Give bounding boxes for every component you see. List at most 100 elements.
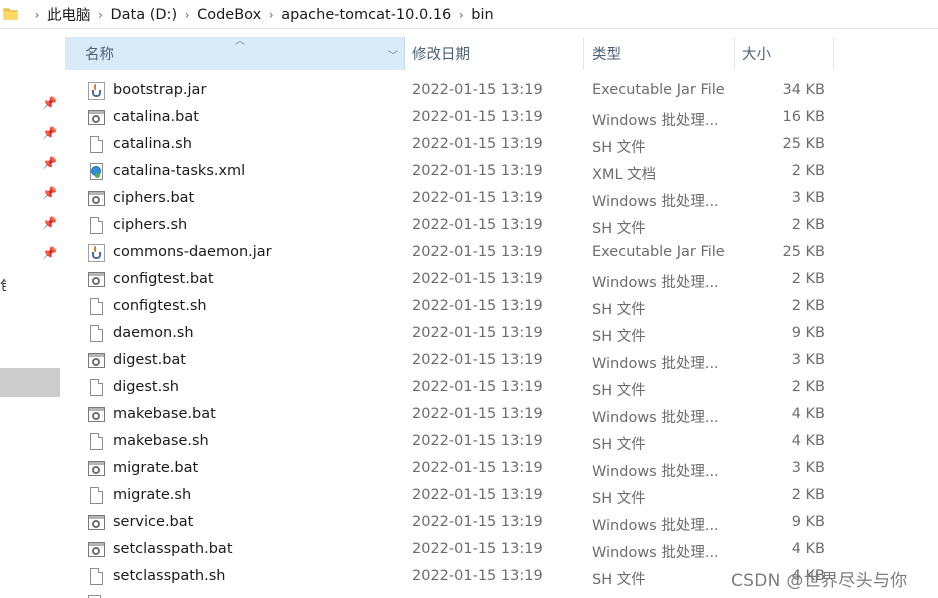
file-size: 25 KB <box>782 244 825 260</box>
column-header-date-label: 修改日期 <box>412 47 470 63</box>
file-date: 2022-01-15 13:19 <box>412 514 543 530</box>
pin-icon[interactable]: 📌 <box>42 156 57 170</box>
file-icon <box>88 568 106 587</box>
file-name: commons-daemon.jar <box>113 244 272 260</box>
file-type: Windows 批处理... <box>592 464 719 480</box>
file-row[interactable]: catalina.sh 2022-01-15 13:19 SH 文件 25 KB <box>65 132 938 159</box>
file-date: 2022-01-15 13:19 <box>412 406 543 422</box>
bat-icon <box>88 352 106 371</box>
chevron-right-icon[interactable]: › <box>451 8 471 22</box>
file-date: 2022-01-15 13:19 <box>412 352 543 368</box>
file-date: 2022-01-15 13:19 <box>412 271 543 287</box>
file-size: 2 KB <box>791 487 825 503</box>
file-row[interactable]: makebase.sh 2022-01-15 13:19 SH 文件 4 KB <box>65 429 938 456</box>
breadcrumb-item-codebox[interactable]: CodeBox <box>197 7 261 23</box>
file-name: ciphers.sh <box>113 217 188 233</box>
file-name: configtest.bat <box>113 271 214 287</box>
file-row[interactable]: migrate.bat 2022-01-15 13:19 Windows 批处理..… <box>65 456 938 483</box>
file-size: 2 KB <box>791 163 825 179</box>
file-type: Windows 批处理... <box>592 518 719 534</box>
file-type: SH 文件 <box>592 383 646 399</box>
address-bar[interactable]: › 此电脑 › Data (D:) › CodeBox › apache-tom… <box>0 0 938 29</box>
xml-icon <box>88 163 106 182</box>
chevron-right-icon[interactable]: › <box>261 8 281 22</box>
navigation-pane[interactable]: 📌 📌 📌 📌 📌 📌 包 <box>0 30 62 598</box>
file-type: Executable Jar File <box>592 244 725 260</box>
chevron-right-icon[interactable]: › <box>91 8 111 22</box>
file-type: SH 文件 <box>592 437 646 453</box>
column-header-type[interactable]: 类型 <box>585 37 735 70</box>
file-type: SH 文件 <box>592 302 646 318</box>
file-date: 2022-01-15 13:19 <box>412 568 543 584</box>
column-header-type-label: 类型 <box>592 47 621 63</box>
column-header-size-label: 大小 <box>742 47 771 63</box>
file-size: 3 KB <box>791 460 825 476</box>
breadcrumb: › 此电脑 › Data (D:) › CodeBox › apache-tom… <box>27 0 494 29</box>
file-row[interactable]: bootstrap.jar 2022-01-15 13:19 Executable … <box>65 78 938 105</box>
file-row[interactable]: configtest.bat 2022-01-15 13:19 Windows 批处… <box>65 267 938 294</box>
file-size: 4 KB <box>791 433 825 449</box>
sort-ascending-icon: ︿ <box>235 36 245 47</box>
file-name: migrate.bat <box>113 460 199 476</box>
breadcrumb-item-drive[interactable]: Data (D:) <box>111 7 178 23</box>
file-type: XML 文档 <box>592 167 657 183</box>
file-icon <box>88 487 106 506</box>
file-type: SH 文件 <box>592 572 646 588</box>
file-row[interactable]: digest.bat 2022-01-15 13:19 Windows 批处理...… <box>65 348 938 375</box>
file-row[interactable]: migrate.sh 2022-01-15 13:19 SH 文件 2 KB <box>65 483 938 510</box>
file-row[interactable]: setclasspath.bat 2022-01-15 13:19 Windows … <box>65 537 938 564</box>
file-size: 2 KB <box>791 298 825 314</box>
breadcrumb-item-tomcat[interactable]: apache-tomcat-10.0.16 <box>281 7 451 23</box>
file-size: 25 KB <box>782 136 825 152</box>
file-row[interactable]: ciphers.sh 2022-01-15 13:19 SH 文件 2 KB <box>65 213 938 240</box>
file-size: 3 KB <box>791 352 825 368</box>
file-size: 2 KB <box>791 271 825 287</box>
bat-icon <box>88 460 106 479</box>
file-type: SH 文件 <box>592 329 646 345</box>
nav-item-selected[interactable] <box>0 368 60 397</box>
file-date: 2022-01-15 13:19 <box>412 325 543 341</box>
breadcrumb-item-bin[interactable]: bin <box>471 7 493 23</box>
column-header-date[interactable]: 修改日期 <box>406 37 584 70</box>
column-header-name[interactable]: ︿ 名称 ﹀ <box>65 37 405 70</box>
file-row[interactable]: catalina-tasks.xml 2022-01-15 13:19 XML 文档… <box>65 159 938 186</box>
file-size: 9 KB <box>791 325 825 341</box>
file-row[interactable]: makebase.bat 2022-01-15 13:19 Windows 批处理.… <box>65 402 938 429</box>
file-icon <box>88 379 106 398</box>
pin-icon[interactable]: 📌 <box>42 96 57 110</box>
file-date: 2022-01-15 13:19 <box>412 163 543 179</box>
pin-icon[interactable]: 📌 <box>42 216 57 230</box>
pin-icon[interactable]: 📌 <box>42 186 57 200</box>
file-icon <box>88 136 106 155</box>
nav-item-label-fragment[interactable]: 包 <box>0 275 6 294</box>
file-size: 3 KB <box>791 190 825 206</box>
file-name: digest.sh <box>113 379 179 395</box>
file-row[interactable]: configtest.sh 2022-01-15 13:19 SH 文件 2 KB <box>65 294 938 321</box>
file-name: daemon.sh <box>113 325 194 341</box>
file-name: setclasspath.bat <box>113 541 233 557</box>
file-row[interactable]: daemon.sh 2022-01-15 13:19 SH 文件 9 KB <box>65 321 938 348</box>
file-row[interactable]: ciphers.bat 2022-01-15 13:19 Windows 批处理..… <box>65 186 938 213</box>
chevron-down-icon[interactable]: ﹀ <box>388 47 398 62</box>
breadcrumb-item-this-pc[interactable]: 此电脑 <box>47 4 91 25</box>
file-size: 9 KB <box>791 514 825 530</box>
file-date: 2022-01-15 13:19 <box>412 217 543 233</box>
file-type: Windows 批处理... <box>592 194 719 210</box>
file-row[interactable]: catalina.bat 2022-01-15 13:19 Windows 批处理.… <box>65 105 938 132</box>
file-row[interactable]: service.bat 2022-01-15 13:19 Windows 批处理..… <box>65 510 938 537</box>
file-date: 2022-01-15 13:19 <box>412 190 543 206</box>
pin-icon[interactable]: 📌 <box>42 246 57 260</box>
file-row[interactable]: digest.sh 2022-01-15 13:19 SH 文件 2 KB <box>65 375 938 402</box>
column-header-name-label: 名称 <box>85 47 114 63</box>
file-size: 34 KB <box>782 82 825 98</box>
file-type: Windows 批处理... <box>592 356 719 372</box>
chevron-right-icon[interactable]: › <box>27 8 47 22</box>
file-type: Windows 批处理... <box>592 545 719 561</box>
jar-icon <box>88 244 106 263</box>
column-header-size[interactable]: 大小 <box>736 37 834 70</box>
file-row[interactable]: commons-daemon.jar 2022-01-15 13:19 Execut… <box>65 240 938 267</box>
file-date: 2022-01-15 13:19 <box>412 109 543 125</box>
pin-icon[interactable]: 📌 <box>42 126 57 140</box>
file-date: 2022-01-15 13:19 <box>412 433 543 449</box>
chevron-right-icon[interactable]: › <box>177 8 197 22</box>
